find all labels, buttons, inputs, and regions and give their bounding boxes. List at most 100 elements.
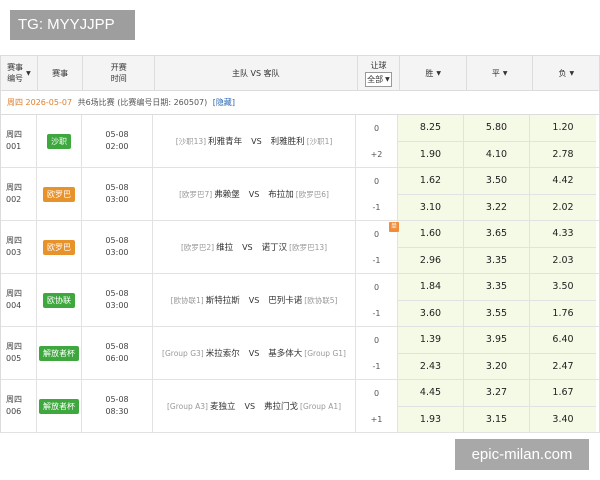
- odds-draw[interactable]: 5.80: [464, 115, 530, 141]
- odds-lose[interactable]: 2.03: [530, 247, 596, 273]
- match-teams[interactable]: [沙职13] 利雅青年 VS 利雅胜利 [沙职1]: [153, 115, 356, 167]
- odds-draw[interactable]: 3.50: [464, 168, 530, 194]
- odds-lose[interactable]: 3.40: [530, 406, 596, 432]
- match-number: 005: [6, 354, 22, 363]
- away-rank-tag: [Group A1]: [300, 401, 342, 411]
- odds-lose[interactable]: 2.02: [530, 194, 596, 220]
- match-teams[interactable]: [Group A3] 麦独立 VS 弗拉门戈 [Group A1]: [153, 380, 356, 432]
- odds-draw[interactable]: 3.95: [464, 327, 530, 353]
- header-start-time: 开赛 时间: [83, 56, 155, 90]
- odds-draw[interactable]: 3.35: [464, 274, 530, 300]
- match-teams[interactable]: [欧罗巴7] 弗赖堡 VS 布拉加 [欧罗巴6]: [153, 168, 356, 220]
- league-cell: 解放者杯: [37, 380, 82, 432]
- sort-down-icon[interactable]: ▼: [26, 68, 31, 79]
- odds-lose[interactable]: 2.78: [530, 141, 596, 167]
- header-draw[interactable]: 平 ▼: [467, 56, 534, 90]
- handicap-filter-select[interactable]: 全部 ▼: [365, 71, 392, 87]
- away-team[interactable]: 诺丁汉: [262, 241, 288, 253]
- league-cell: 欧罗巴: [37, 168, 82, 220]
- odds-draw[interactable]: 3.35: [464, 247, 530, 273]
- header-match-id[interactable]: 赛事 编号 ▼: [1, 56, 38, 90]
- league-badge[interactable]: 欧罗巴: [43, 239, 75, 255]
- odds-lose[interactable]: 1.67: [530, 380, 596, 406]
- header-handicap: 让球 全部 ▼: [358, 56, 401, 90]
- odds-win[interactable]: 3.10: [398, 194, 464, 220]
- league-cell: 欧协联: [37, 274, 82, 326]
- home-rank-tag: [欧罗巴2]: [180, 242, 215, 252]
- hide-link[interactable]: [隐藏]: [213, 98, 235, 107]
- odds-win[interactable]: 2.43: [398, 353, 464, 379]
- league-cell: 解放者杯: [37, 327, 82, 379]
- match-day: 周四: [6, 236, 22, 245]
- league-cell: 欧罗巴: [37, 221, 82, 273]
- vs-label: VS: [251, 136, 262, 146]
- sort-down-icon: ▼: [436, 69, 441, 77]
- sort-down-icon: ▼: [569, 69, 575, 77]
- home-team[interactable]: 维拉: [216, 241, 233, 253]
- home-team[interactable]: 米拉索尔: [206, 347, 240, 359]
- vs-label: VS: [244, 401, 256, 411]
- odds-win[interactable]: 1.84: [398, 274, 464, 300]
- match-id: 周四 003: [1, 221, 37, 273]
- away-rank-tag: [沙职1]: [306, 136, 333, 146]
- home-rank-tag: [沙职13]: [175, 136, 207, 146]
- match-day: 周四: [6, 289, 22, 298]
- odds-lose[interactable]: 2.47: [530, 353, 596, 379]
- home-team[interactable]: 弗赖堡: [214, 188, 240, 200]
- league-badge[interactable]: 欧罗巴: [43, 186, 75, 202]
- match-day: 周四: [6, 342, 22, 351]
- odds-draw[interactable]: 3.27: [464, 380, 530, 406]
- odds-draw[interactable]: 4.10: [464, 141, 530, 167]
- vs-label: VS: [248, 189, 260, 199]
- match-day: 周四: [6, 130, 22, 139]
- match-teams[interactable]: [Group G3] 米拉索尔 VS 基多体大 [Group G1]: [153, 327, 356, 379]
- odds-draw[interactable]: 3.15: [464, 406, 530, 432]
- odds-line: 3.60 3.55 1.76: [398, 299, 596, 326]
- league-badge[interactable]: 欧协联: [43, 292, 75, 308]
- odds-lose[interactable]: 1.76: [530, 300, 596, 326]
- odds-win[interactable]: 2.96: [398, 247, 464, 273]
- match-number: 004: [6, 301, 22, 310]
- start-clock: 03:00: [105, 195, 129, 204]
- odds-win[interactable]: 4.45: [398, 380, 464, 406]
- league-badge[interactable]: 解放者杯: [39, 398, 79, 414]
- vs-label: VS: [248, 348, 260, 358]
- start-clock: 03:00: [105, 301, 129, 310]
- away-team[interactable]: 基多体大: [268, 347, 302, 359]
- odds-lose[interactable]: 4.33: [530, 221, 596, 247]
- odds-draw[interactable]: 3.22: [464, 194, 530, 220]
- odds-win[interactable]: 1.39: [398, 327, 464, 353]
- away-team[interactable]: 布拉加: [268, 188, 294, 200]
- header-lose[interactable]: 负 ▼: [533, 56, 599, 90]
- odds-lose[interactable]: 1.20: [530, 115, 596, 141]
- league-badge[interactable]: 沙职: [47, 133, 71, 149]
- away-team[interactable]: 利雅胜利: [271, 135, 305, 147]
- home-team[interactable]: 麦独立: [210, 400, 236, 412]
- odds-lose[interactable]: 3.50: [530, 274, 596, 300]
- match-teams[interactable]: [欧协联1] 斯特拉斯 VS 巴列卡诺 [欧协联5]: [153, 274, 356, 326]
- odds-draw[interactable]: 3.20: [464, 353, 530, 379]
- match-table: 赛事 编号 ▼ 赛事 开赛 时间 主队 VS 客队 让球 全部 ▼ 胜 ▼ 平 ▼ …: [0, 55, 600, 433]
- odds-win[interactable]: 1.62: [398, 168, 464, 194]
- odds-win[interactable]: 3.60: [398, 300, 464, 326]
- header-win-label: 胜: [425, 68, 434, 78]
- odds-lose[interactable]: 6.40: [530, 327, 596, 353]
- odds-win[interactable]: 1.90: [398, 141, 464, 167]
- odds-draw[interactable]: 3.55: [464, 300, 530, 326]
- odds-win[interactable]: 8.25: [398, 115, 464, 141]
- odds-draw[interactable]: 3.65: [464, 221, 530, 247]
- away-team[interactable]: 巴列卡诺: [268, 294, 302, 306]
- match-teams[interactable]: [欧罗巴2] 维拉 VS 诺丁汉 [欧罗巴13]: [153, 221, 356, 273]
- home-team[interactable]: 利雅青年: [208, 135, 242, 147]
- single-badge: 单: [389, 222, 399, 232]
- odds-lose[interactable]: 4.42: [530, 168, 596, 194]
- handicap-value: 0: [373, 176, 380, 186]
- match-number: 001: [6, 142, 22, 151]
- league-badge[interactable]: 解放者杯: [39, 345, 79, 361]
- odds-win[interactable]: 1.93: [398, 406, 464, 432]
- table-row: 周四 002 欧罗巴 05-08 03:00 [欧罗巴7] 弗赖堡 VS 布拉加 [欧罗巴6] 0 -…: [1, 168, 599, 221]
- odds-win[interactable]: 1.60: [398, 221, 464, 247]
- header-win[interactable]: 胜 ▼: [400, 56, 467, 90]
- away-team[interactable]: 弗拉门戈: [264, 400, 298, 412]
- home-team[interactable]: 斯特拉斯: [206, 294, 240, 306]
